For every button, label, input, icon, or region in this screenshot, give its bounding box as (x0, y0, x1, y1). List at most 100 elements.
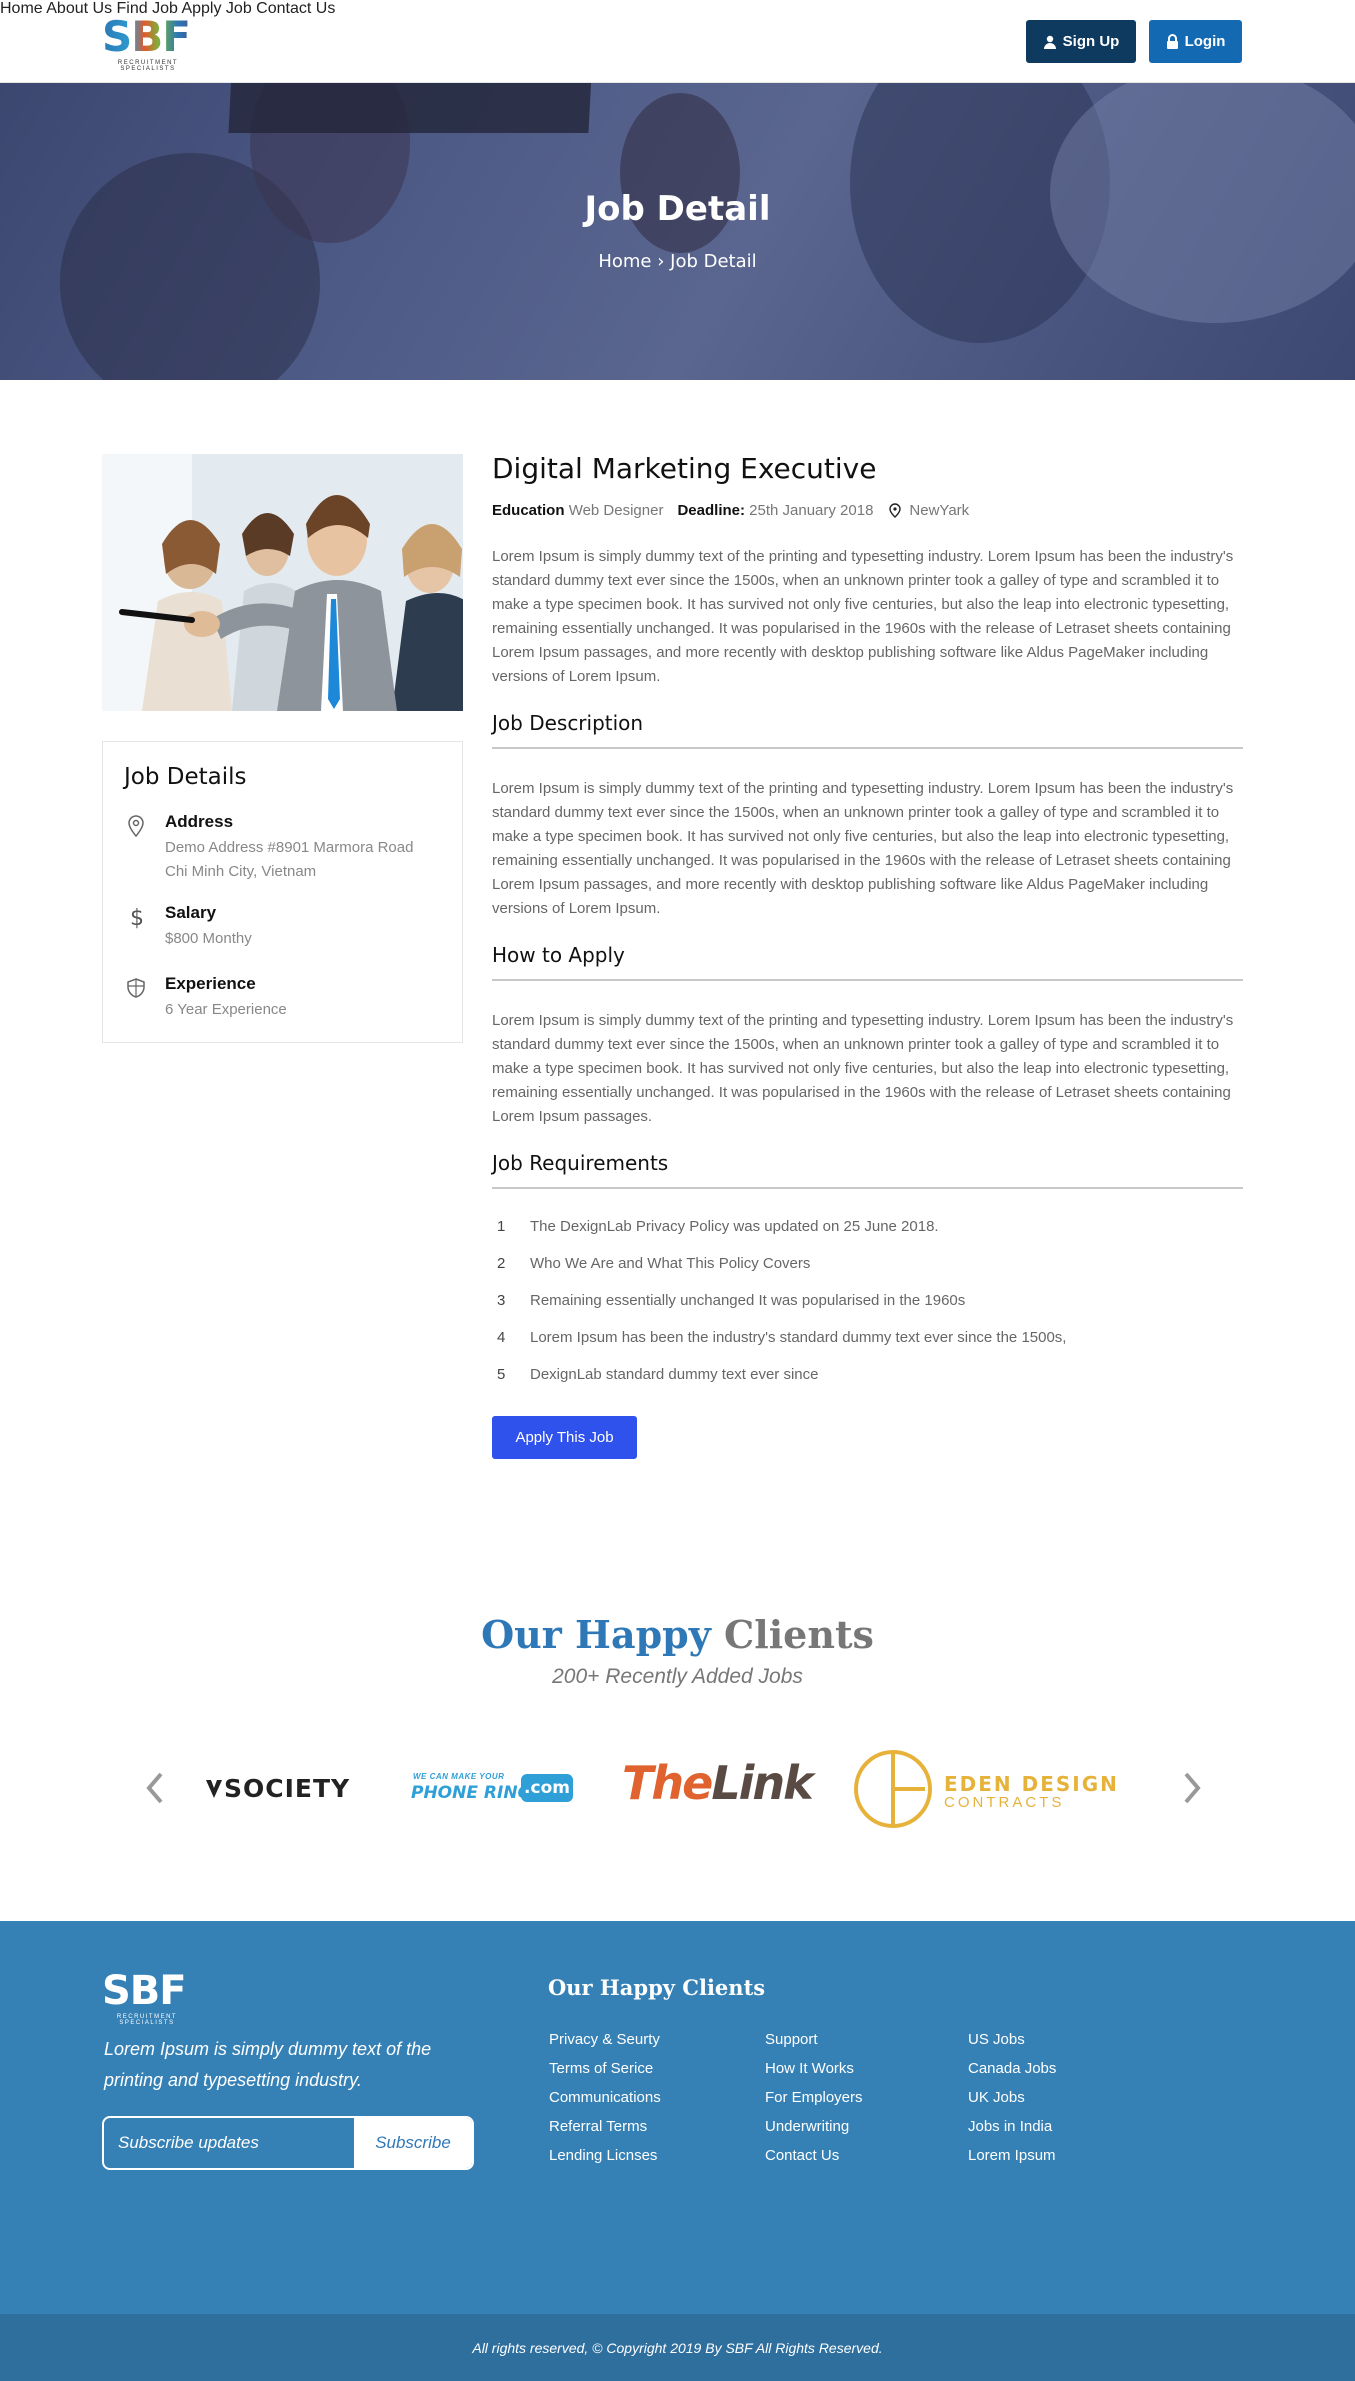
footer-tagline: Lorem Ipsum is simply dummy text of the … (104, 2039, 432, 2090)
logo-subtitle: RECRUITMENT SPECIALISTS (117, 60, 179, 72)
hero-photo-shape (620, 93, 740, 253)
footer-link[interactable]: How It Works (765, 2054, 863, 2083)
footer-link[interactable]: Contact Us (765, 2141, 863, 2170)
address-line-1: Demo Address #8901 Marmora Road (165, 839, 414, 856)
list-item-text: DexignLab standard dummy text ever since (530, 1366, 819, 1383)
education-value: Web Designer (568, 502, 664, 519)
deadline-label: Deadline: (677, 502, 745, 519)
main-nav: Home About Us Find Job Apply Job Contact… (0, 0, 1355, 18)
nav-apply-job[interactable]: Apply Job (181, 0, 251, 17)
footer-link[interactable]: For Employers (765, 2083, 863, 2112)
phonering-top-text: WE CAN MAKE YOUR (413, 1772, 505, 1781)
subscribe-input[interactable] (104, 2118, 356, 2168)
list-item: 2 Who We Are and What This Policy Covers (492, 1255, 810, 1272)
footer-link[interactable]: UK Jobs (968, 2083, 1056, 2112)
eden-sub-text: CONTRACTS (944, 1794, 1065, 1811)
footer-link[interactable]: Canada Jobs (968, 2054, 1056, 2083)
breadcrumb-separator: › (657, 251, 665, 272)
login-button[interactable]: Login (1149, 20, 1242, 63)
address-line-2: Chi Minh City, Vietnam (165, 863, 317, 880)
client-logo-eden[interactable]: EDEN DESIGN CONTRACTS (852, 1748, 1118, 1830)
footer-link[interactable]: Referral Terms (549, 2112, 661, 2141)
location-pin-icon (889, 503, 902, 518)
footer-link[interactable]: Lending Licnses (549, 2141, 661, 2170)
footer-links-col-2: Support How It Works For Employers Under… (765, 2025, 863, 2170)
footer-link[interactable]: US Jobs (968, 2025, 1056, 2054)
list-item-number: 5 (497, 1366, 506, 1383)
nav-home[interactable]: Home (0, 0, 43, 17)
list-item-text: Remaining essentially unchanged It was p… (530, 1292, 966, 1309)
salary-label: Salary (165, 903, 217, 922)
carousel-next-icon[interactable] (1180, 1770, 1204, 1806)
dollar-icon: $ (130, 906, 144, 929)
page-title: Job Detail (584, 189, 771, 229)
client-logo-society[interactable]: SOCIETY (204, 1774, 350, 1803)
job-meta: Education Web Designer Deadline: 25th Ja… (492, 502, 969, 519)
apply-job-button[interactable]: Apply This Job (492, 1416, 637, 1459)
salary-value: $800 Monthy (165, 930, 252, 947)
how-to-apply-text: Lorem Ipsum is simply dummy text of the … (492, 1012, 1234, 1125)
list-item-text: Lorem Ipsum has been the industry's stan… (530, 1329, 1067, 1346)
list-item-number: 4 (497, 1329, 506, 1346)
nav-contact-us[interactable]: Contact Us (256, 0, 335, 17)
footer-links-col-1: Privacy & Seurty Terms of Serice Communi… (549, 2025, 661, 2170)
job-details-card: Job Details Address Demo Address #8901 M… (102, 741, 463, 1043)
education-label: Education (492, 502, 565, 519)
footer-links-col-3: US Jobs Canada Jobs UK Jobs Jobs in Indi… (968, 2025, 1056, 2170)
deadline-value: 25th January 2018 (749, 502, 874, 519)
list-item: 4 Lorem Ipsum has been the industry's sta… (492, 1329, 1066, 1346)
thelink-the-text: The (622, 1756, 713, 1810)
list-item-text: Who We Are and What This Policy Covers (530, 1255, 811, 1272)
sign-up-button[interactable]: Sign Up (1026, 20, 1136, 63)
experience-label: Experience (165, 974, 256, 993)
breadcrumb: Home › Job Detail (0, 251, 1355, 272)
client-logo-phonering[interactable]: WE CAN MAKE YOUR PHONE RING .com (411, 1772, 573, 1806)
site-logo[interactable]: SBF RECRUITMENT SPECIALISTS (102, 16, 197, 73)
list-item: 3 Remaining essentially unchanged It was … (492, 1292, 965, 1309)
list-item-number: 2 (497, 1255, 506, 1272)
list-item-number: 3 (497, 1292, 506, 1309)
job-description-text: Lorem Ipsum is simply dummy text of the … (492, 780, 1234, 917)
eden-main-text: EDEN DESIGN (944, 1772, 1119, 1796)
site-footer: SBF RECRUITMENT SPECIALISTS Lorem Ipsum … (0, 1921, 1355, 2314)
job-title: Digital Marketing Executive (492, 452, 877, 485)
subscribe-button[interactable]: Subscribe (354, 2118, 472, 2168)
footer-link[interactable]: Communications (549, 2083, 661, 2112)
list-item: 5 DexignLab standard dummy text ever sinc… (492, 1366, 818, 1383)
hero-photo-screen (228, 83, 592, 133)
footer-logo-subtitle: RECRUITMENT SPECIALISTS (116, 2014, 178, 2026)
society-text: SOCIETY (224, 1774, 351, 1803)
footer-link[interactable]: Support (765, 2025, 863, 2054)
clients-title-part2: Clients (724, 1612, 874, 1657)
footer-link[interactable]: Lorem Ipsum (968, 2141, 1056, 2170)
footer-link[interactable]: Terms of Serice (549, 2054, 661, 2083)
job-description-title: Job Description (492, 711, 1243, 749)
thelink-link-text: Link (711, 1756, 813, 1810)
list-item-text: The DexignLab Privacy Policy was updated… (530, 1218, 939, 1235)
sign-up-label: Sign Up (1062, 33, 1120, 50)
footer-heading: Our Happy Clients (548, 1975, 766, 2000)
footer-link[interactable]: Underwriting (765, 2112, 863, 2141)
client-logo-thelink[interactable]: TheLink (622, 1756, 814, 1810)
footer-link[interactable]: Privacy & Seurty (549, 2025, 661, 2054)
how-to-apply-title: How to Apply (492, 943, 1243, 981)
footer-logo[interactable]: SBF (102, 1971, 187, 2011)
hero-banner: Job Detail Home › Job Detail (0, 83, 1355, 380)
site-header: SBF RECRUITMENT SPECIALISTS Home About U… (0, 0, 1355, 83)
login-label: Login (1184, 33, 1226, 50)
clients-subtitle: 200+ Recently Added Jobs (552, 1665, 803, 1688)
eden-circle-icon (854, 1750, 932, 1828)
clients-title-part1: Our Happy (481, 1612, 711, 1657)
subscribe-form: Subscribe (102, 2116, 474, 2170)
carousel-prev-icon[interactable] (143, 1770, 167, 1806)
map-pin-icon (128, 815, 144, 838)
svg-text:$: $ (130, 906, 144, 929)
list-item: 1 The DexignLab Privacy Policy was update… (492, 1218, 939, 1235)
shield-icon (127, 978, 145, 998)
breadcrumb-current: Job Detail (670, 251, 757, 272)
location-value: NewYark (909, 502, 970, 519)
job-details-title: Job Details (124, 764, 247, 790)
logo-text: SBF (102, 16, 197, 58)
breadcrumb-home[interactable]: Home (598, 251, 651, 272)
footer-link[interactable]: Jobs in India (968, 2112, 1056, 2141)
